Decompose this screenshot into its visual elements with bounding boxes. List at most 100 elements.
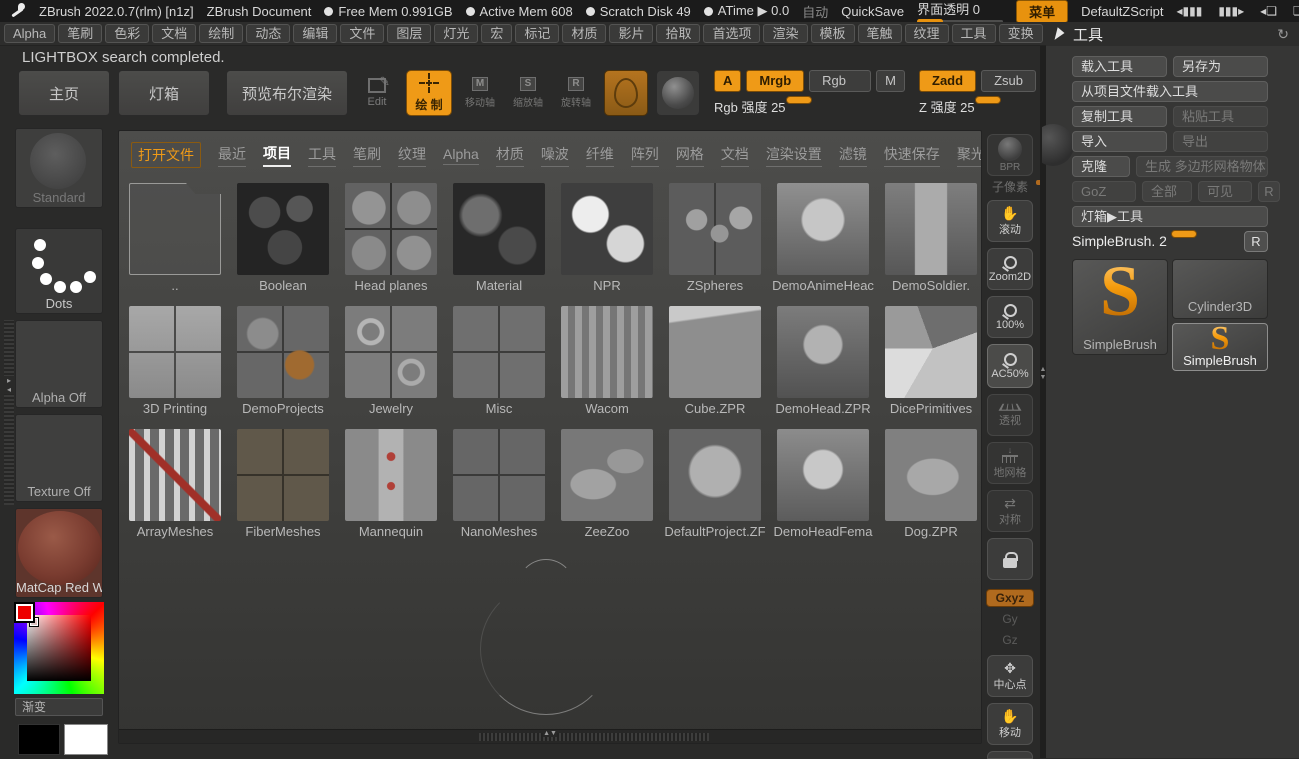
tab-projects[interactable]: 项目 xyxy=(263,143,291,167)
menu-item-color[interactable]: 色彩 xyxy=(105,24,149,43)
tab-recent[interactable]: 最近 xyxy=(218,144,246,167)
menu-item-texture[interactable]: 纹理 xyxy=(905,24,949,43)
current-material-button[interactable] xyxy=(604,70,648,116)
collapse-handle-icon[interactable]: ▲▼ xyxy=(543,730,557,737)
a-toggle[interactable]: A xyxy=(714,70,741,92)
current-texture-selector[interactable]: Texture Off xyxy=(15,414,103,502)
lightbox-button[interactable]: 灯箱 xyxy=(118,70,210,116)
restore-config-button[interactable]: R xyxy=(1244,231,1268,252)
menu-item-dynamic[interactable]: 动态 xyxy=(246,24,290,43)
goz-r-button[interactable]: R xyxy=(1258,181,1280,202)
gxyz-button[interactable]: Gxyz xyxy=(986,589,1034,607)
actual-size-button[interactable]: 100% xyxy=(987,296,1033,338)
color-picker[interactable] xyxy=(14,602,104,694)
zscript-label[interactable]: DefaultZScript xyxy=(1081,4,1163,19)
menu-item-edit[interactable]: 编辑 xyxy=(293,24,337,43)
dock-left-icon[interactable]: ◂❏ xyxy=(1260,4,1277,18)
menu-item-marker[interactable]: 标记 xyxy=(515,24,559,43)
current-tool-thumbnail[interactable]: S SimpleBrush xyxy=(1072,259,1168,355)
tab-meshes[interactable]: 网格 xyxy=(676,144,704,167)
lightbox-item[interactable]: DemoProjects xyxy=(229,304,337,427)
lightbox-item[interactable]: Misc xyxy=(445,304,553,427)
perspective-button[interactable]: 透视 xyxy=(987,394,1033,436)
tab-fibers[interactable]: 纤维 xyxy=(586,144,614,167)
scroll-button[interactable]: ✋ 滚动 xyxy=(987,200,1033,242)
drag-texture[interactable] xyxy=(479,733,709,741)
menu-item-light[interactable]: 灯光 xyxy=(434,24,478,43)
current-color-sphere-button[interactable] xyxy=(656,70,700,116)
tab-arrays[interactable]: 阵列 xyxy=(631,144,659,167)
lightbox-item[interactable]: DemoSoldier. xyxy=(877,181,982,304)
switch-color-swatch[interactable] xyxy=(64,724,108,755)
tab-quicksave[interactable]: 快速保存 xyxy=(884,144,940,167)
tab-spotlight[interactable]: 聚光灯 xyxy=(957,144,982,167)
goz-all-button[interactable]: 全部 xyxy=(1142,181,1192,202)
zsub-toggle[interactable]: Zsub xyxy=(981,70,1036,92)
export-button[interactable]: 导出 xyxy=(1173,131,1268,152)
tool-slot-cylinder3d[interactable]: Cylinder3D xyxy=(1172,259,1268,319)
mrgb-toggle[interactable]: Mrgb xyxy=(746,70,804,92)
import-button[interactable]: 导入 xyxy=(1072,131,1167,152)
bpr-render-button[interactable]: BPR xyxy=(987,134,1033,176)
lightbox-item[interactable]: Boolean xyxy=(229,181,337,304)
tool-palette-header[interactable]: 工具 ↻ xyxy=(1046,22,1299,46)
lightbox-item[interactable]: DefaultProject.ZF xyxy=(661,427,769,550)
gz-button[interactable]: Gz xyxy=(1002,633,1017,649)
floor-grid-button[interactable]: ↓ 地网格 xyxy=(987,442,1033,484)
lightbox-item[interactable]: ZSpheres xyxy=(661,181,769,304)
camera-lock-button[interactable] xyxy=(987,538,1033,580)
menu-item-draw[interactable]: 绘制 xyxy=(199,24,243,43)
collapse-right-tray-icon[interactable]: ▮▮▮▸ xyxy=(1218,4,1244,18)
ui-transparency-slider[interactable]: 界面透明 0 xyxy=(917,0,1003,23)
tool-slot-simplebrush[interactable]: S SimpleBrush xyxy=(1172,323,1268,371)
lightbox-item[interactable]: Cube.ZPR xyxy=(661,304,769,427)
lightbox-item[interactable]: DemoHead.ZPR xyxy=(769,304,877,427)
menu-item-movie[interactable]: 影片 xyxy=(609,24,653,43)
color-picker-sv-area[interactable] xyxy=(27,615,91,681)
load-tool-button[interactable]: 载入工具 xyxy=(1072,56,1167,77)
menu-item-preferences[interactable]: 首选项 xyxy=(703,24,760,43)
menu-item-transform[interactable]: 变换 xyxy=(999,24,1043,43)
clone-button[interactable]: 克隆 xyxy=(1072,156,1130,177)
current-alpha-selector[interactable]: Alpha Off xyxy=(15,320,103,408)
menu-item-document[interactable]: 文档 xyxy=(152,24,196,43)
tab-open-file[interactable]: 打开文件 xyxy=(131,142,201,168)
goz-visible-button[interactable]: 可见 xyxy=(1198,181,1252,202)
frame-center-button[interactable]: ✥ 中心点 xyxy=(987,655,1033,697)
secondary-color-swatch[interactable] xyxy=(18,724,60,755)
tab-alpha[interactable]: Alpha xyxy=(443,146,479,165)
spix-slider[interactable]: 子像素 xyxy=(992,181,1028,194)
rotate-mode-button[interactable]: R 旋转轴 xyxy=(556,70,596,116)
zoom2d-button[interactable]: Zoom2D xyxy=(987,248,1033,290)
gy-button[interactable]: Gy xyxy=(1002,612,1017,628)
lightbox-item[interactable]: NPR xyxy=(553,181,661,304)
zadd-toggle[interactable]: Zadd xyxy=(919,70,976,92)
menu-button[interactable]: 菜单 xyxy=(1016,0,1068,23)
rgb-intensity-slider[interactable]: Rgb 强度 25 xyxy=(714,97,905,117)
z-intensity-handle[interactable] xyxy=(975,96,1001,104)
menu-item-layer[interactable]: 图层 xyxy=(387,24,431,43)
home-button[interactable]: 主页 xyxy=(18,70,110,116)
paste-tool-button[interactable]: 粘贴工具 xyxy=(1173,106,1268,127)
copy-tool-button[interactable]: 复制工具 xyxy=(1072,106,1167,127)
load-from-project-button[interactable]: 从项目文件载入工具 xyxy=(1072,81,1268,102)
move-mode-button[interactable]: M 移动轴 xyxy=(460,70,500,116)
preview-boolean-button[interactable]: 预览布尔渲染 xyxy=(226,70,348,116)
edit-mode-button[interactable]: ✎ Edit xyxy=(356,70,398,116)
lightbox-item[interactable]: DemoHeadFema xyxy=(769,427,877,550)
save-as-button[interactable]: 另存为 xyxy=(1173,56,1268,77)
lightbox-item[interactable]: ArrayMeshes xyxy=(121,427,229,550)
lightbox-to-tool-button[interactable]: 灯箱▶工具 xyxy=(1072,206,1268,227)
lightbox-item[interactable]: FiberMeshes xyxy=(229,427,337,550)
current-color-swatch[interactable] xyxy=(16,604,33,621)
menu-item-file[interactable]: 文件 xyxy=(340,24,384,43)
menu-item-macro[interactable]: 宏 xyxy=(481,24,512,43)
lightbox-item[interactable]: ZeeZoo xyxy=(553,427,661,550)
lightbox-item[interactable]: Head planes xyxy=(337,181,445,304)
menu-item-stencil[interactable]: 模板 xyxy=(811,24,855,43)
lightbox-item[interactable]: Jewelry xyxy=(337,304,445,427)
tab-tools[interactable]: 工具 xyxy=(308,144,336,167)
local-symmetry-button[interactable]: ⇄ 对称 xyxy=(987,490,1033,532)
tab-filters[interactable]: 滤镜 xyxy=(839,144,867,167)
lightbox-item[interactable]: .. xyxy=(121,181,229,304)
